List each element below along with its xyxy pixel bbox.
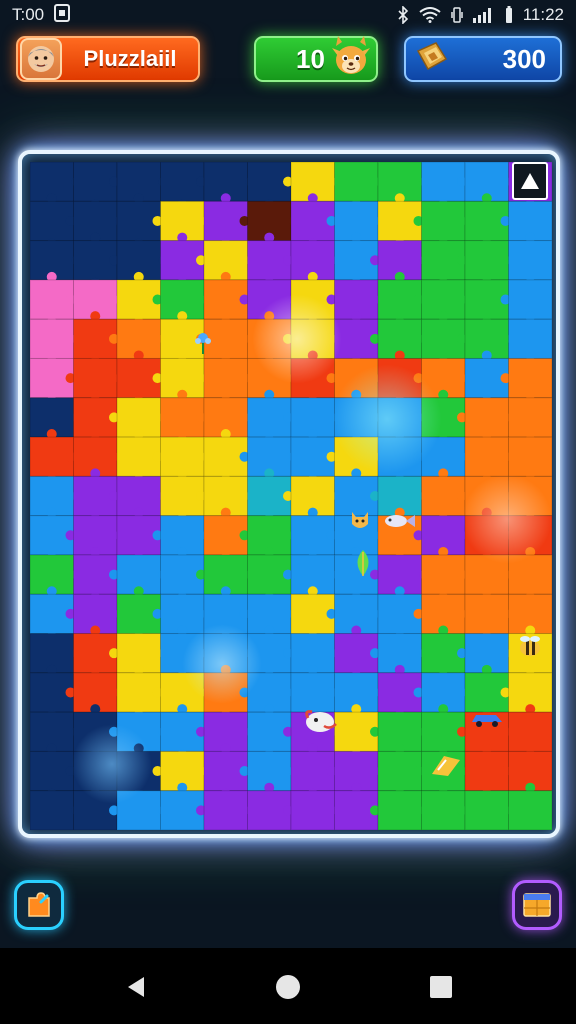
puzzle-piece-icon	[28, 892, 50, 917]
bluetooth-icon	[397, 6, 409, 24]
recents-icon[interactable]	[428, 974, 454, 1000]
puzzle-piece[interactable]	[464, 790, 509, 830]
status-right: 11:22	[397, 5, 564, 25]
status-clock: 11:22	[522, 5, 564, 24]
dragon-sticker-icon	[302, 706, 340, 741]
car-sticker-icon	[470, 710, 504, 733]
home-icon[interactable]	[275, 974, 301, 1000]
coins-counter[interactable]: 300	[404, 36, 562, 82]
board-menu-button[interactable]	[512, 162, 548, 200]
avatar-face-icon	[28, 46, 54, 72]
leaf-sticker-icon	[352, 548, 374, 583]
score-counter: 10	[254, 36, 378, 82]
puzzle-piece[interactable]	[377, 790, 422, 830]
vibrate-icon	[450, 7, 463, 23]
puzzle-piece[interactable]	[508, 318, 553, 359]
wifi-icon	[419, 7, 441, 23]
flower-sticker-icon	[192, 330, 214, 361]
player-name: Pluzzlaiil	[83, 46, 177, 71]
mascot-deer-icon	[328, 32, 374, 89]
top-bar: Pluzzlaiil 10 300	[0, 36, 576, 90]
puzzle-board[interactable]	[18, 150, 560, 838]
signal-icon	[472, 7, 495, 23]
notification-icon	[54, 3, 71, 27]
treasure-puzzle-icon	[414, 39, 450, 80]
status-left: T:00	[12, 3, 71, 27]
puzzle-piece[interactable]	[508, 711, 553, 752]
player-avatar	[20, 38, 62, 80]
puzzle-piece[interactable]	[508, 554, 553, 595]
fish-sticker-icon	[382, 512, 416, 535]
puzzle-piece[interactable]	[290, 790, 335, 830]
back-icon[interactable]	[124, 974, 150, 1000]
box-grid-icon	[523, 893, 551, 917]
triangle-icon	[521, 173, 539, 189]
battery-icon	[505, 6, 513, 24]
cat-sticker-icon	[348, 508, 372, 539]
puzzle-piece[interactable]	[30, 790, 74, 830]
navigation-bar	[0, 948, 576, 1024]
coins-value: 300	[502, 43, 546, 74]
bee-sticker-icon	[516, 632, 544, 665]
puzzle-piece[interactable]	[508, 475, 553, 517]
status-bar: T:00 11:22	[0, 0, 576, 30]
status-time: T:00	[12, 5, 45, 24]
puzzle-box-button[interactable]	[512, 880, 562, 930]
puzzle-piece[interactable]	[116, 790, 161, 830]
score-value: 10	[296, 43, 325, 74]
puzzle-piece[interactable]	[203, 790, 248, 830]
star-sticker-icon	[430, 752, 462, 783]
puzzle-piece[interactable]	[508, 397, 553, 438]
puzzle-piece[interactable]	[508, 790, 553, 830]
player-profile-button[interactable]: Pluzzlaiil	[16, 36, 200, 82]
puzzle-piece[interactable]	[508, 240, 553, 281]
pieces-tray-button[interactable]	[14, 880, 64, 930]
